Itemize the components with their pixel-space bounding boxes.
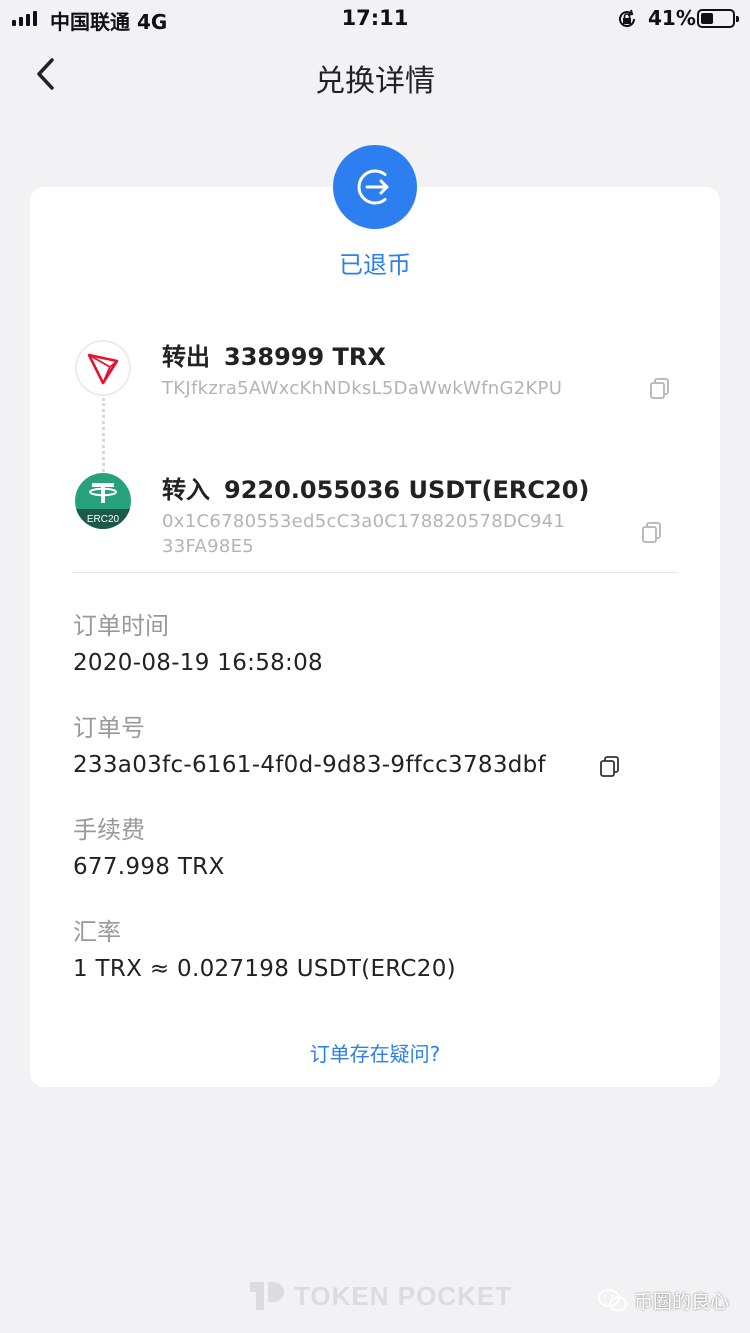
battery-icon [697, 9, 739, 28]
fee-label: 手续费 [73, 816, 145, 844]
rate-value: 1 TRX ≈ 0.027198 USDT(ERC20) [73, 956, 456, 982]
transfer-out-label: 转出 [162, 343, 210, 371]
order-time-value: 2020-08-19 16:58:08 [73, 650, 323, 676]
tokenpocket-brand-name: TOKEN POCKET [294, 1280, 513, 1311]
wechat-icon [598, 1288, 627, 1311]
orientation-lock-icon [619, 9, 636, 28]
transfer-in-address-line1: 0x1C6780553ed5cC3a0C178820578DC941 [162, 511, 566, 532]
transfer-in-row: 转入 9220.055036 USDT(ERC20) [162, 470, 589, 505]
tokenpocket-logo-icon [250, 1282, 284, 1310]
battery-percent: 41% [648, 6, 696, 30]
copy-order-no-icon[interactable] [598, 754, 622, 778]
flow-connector [102, 398, 105, 472]
nav-bar: 兑换详情 [0, 44, 750, 108]
transfer-in-label: 转入 [162, 476, 210, 504]
tether-logo-icon: ERC20 [75, 473, 131, 529]
transfer-out-row: 转出 338999 TRX [162, 337, 386, 372]
section-divider [72, 572, 678, 573]
transfer-in-address-line2: 33FA98E5 [162, 536, 255, 557]
order-question-link[interactable]: 订单存在疑问? [0, 1038, 750, 1067]
fee-value: 677.998 TRX [73, 854, 225, 880]
tokenpocket-brand: TOKEN POCKET [250, 1280, 512, 1312]
status-exit-icon [333, 145, 417, 229]
status-bar: 中国联通 4G 17:11 41% [0, 0, 750, 40]
rate-label: 汇率 [73, 918, 121, 946]
exchange-status: 已退币 [339, 251, 411, 279]
copy-out-address-icon[interactable] [648, 376, 672, 400]
transfer-out-address: TKJfkzra5AWxcKhNDksL5DaWwkWfnG2KPU [162, 378, 563, 399]
order-no-value: 233a03fc-6161-4f0d-9d83-9ffcc3783dbf [73, 752, 546, 778]
transfer-in-amount: 9220.055036 USDT(ERC20) [224, 476, 590, 504]
battery-level-fill [701, 13, 713, 24]
order-no-label: 订单号 [73, 714, 145, 742]
copy-in-address-icon[interactable] [640, 520, 664, 544]
erc20-badge-text: ERC20 [86, 514, 120, 525]
page-title: 兑换详情 [315, 64, 435, 99]
wechat-watermark: 币圈的良心 [598, 1287, 729, 1314]
transfer-out-amount: 338999 TRX [224, 343, 386, 371]
tron-logo-icon [75, 340, 131, 396]
order-time-label: 订单时间 [73, 612, 169, 640]
watermark-text: 币圈的良心 [634, 1291, 730, 1313]
